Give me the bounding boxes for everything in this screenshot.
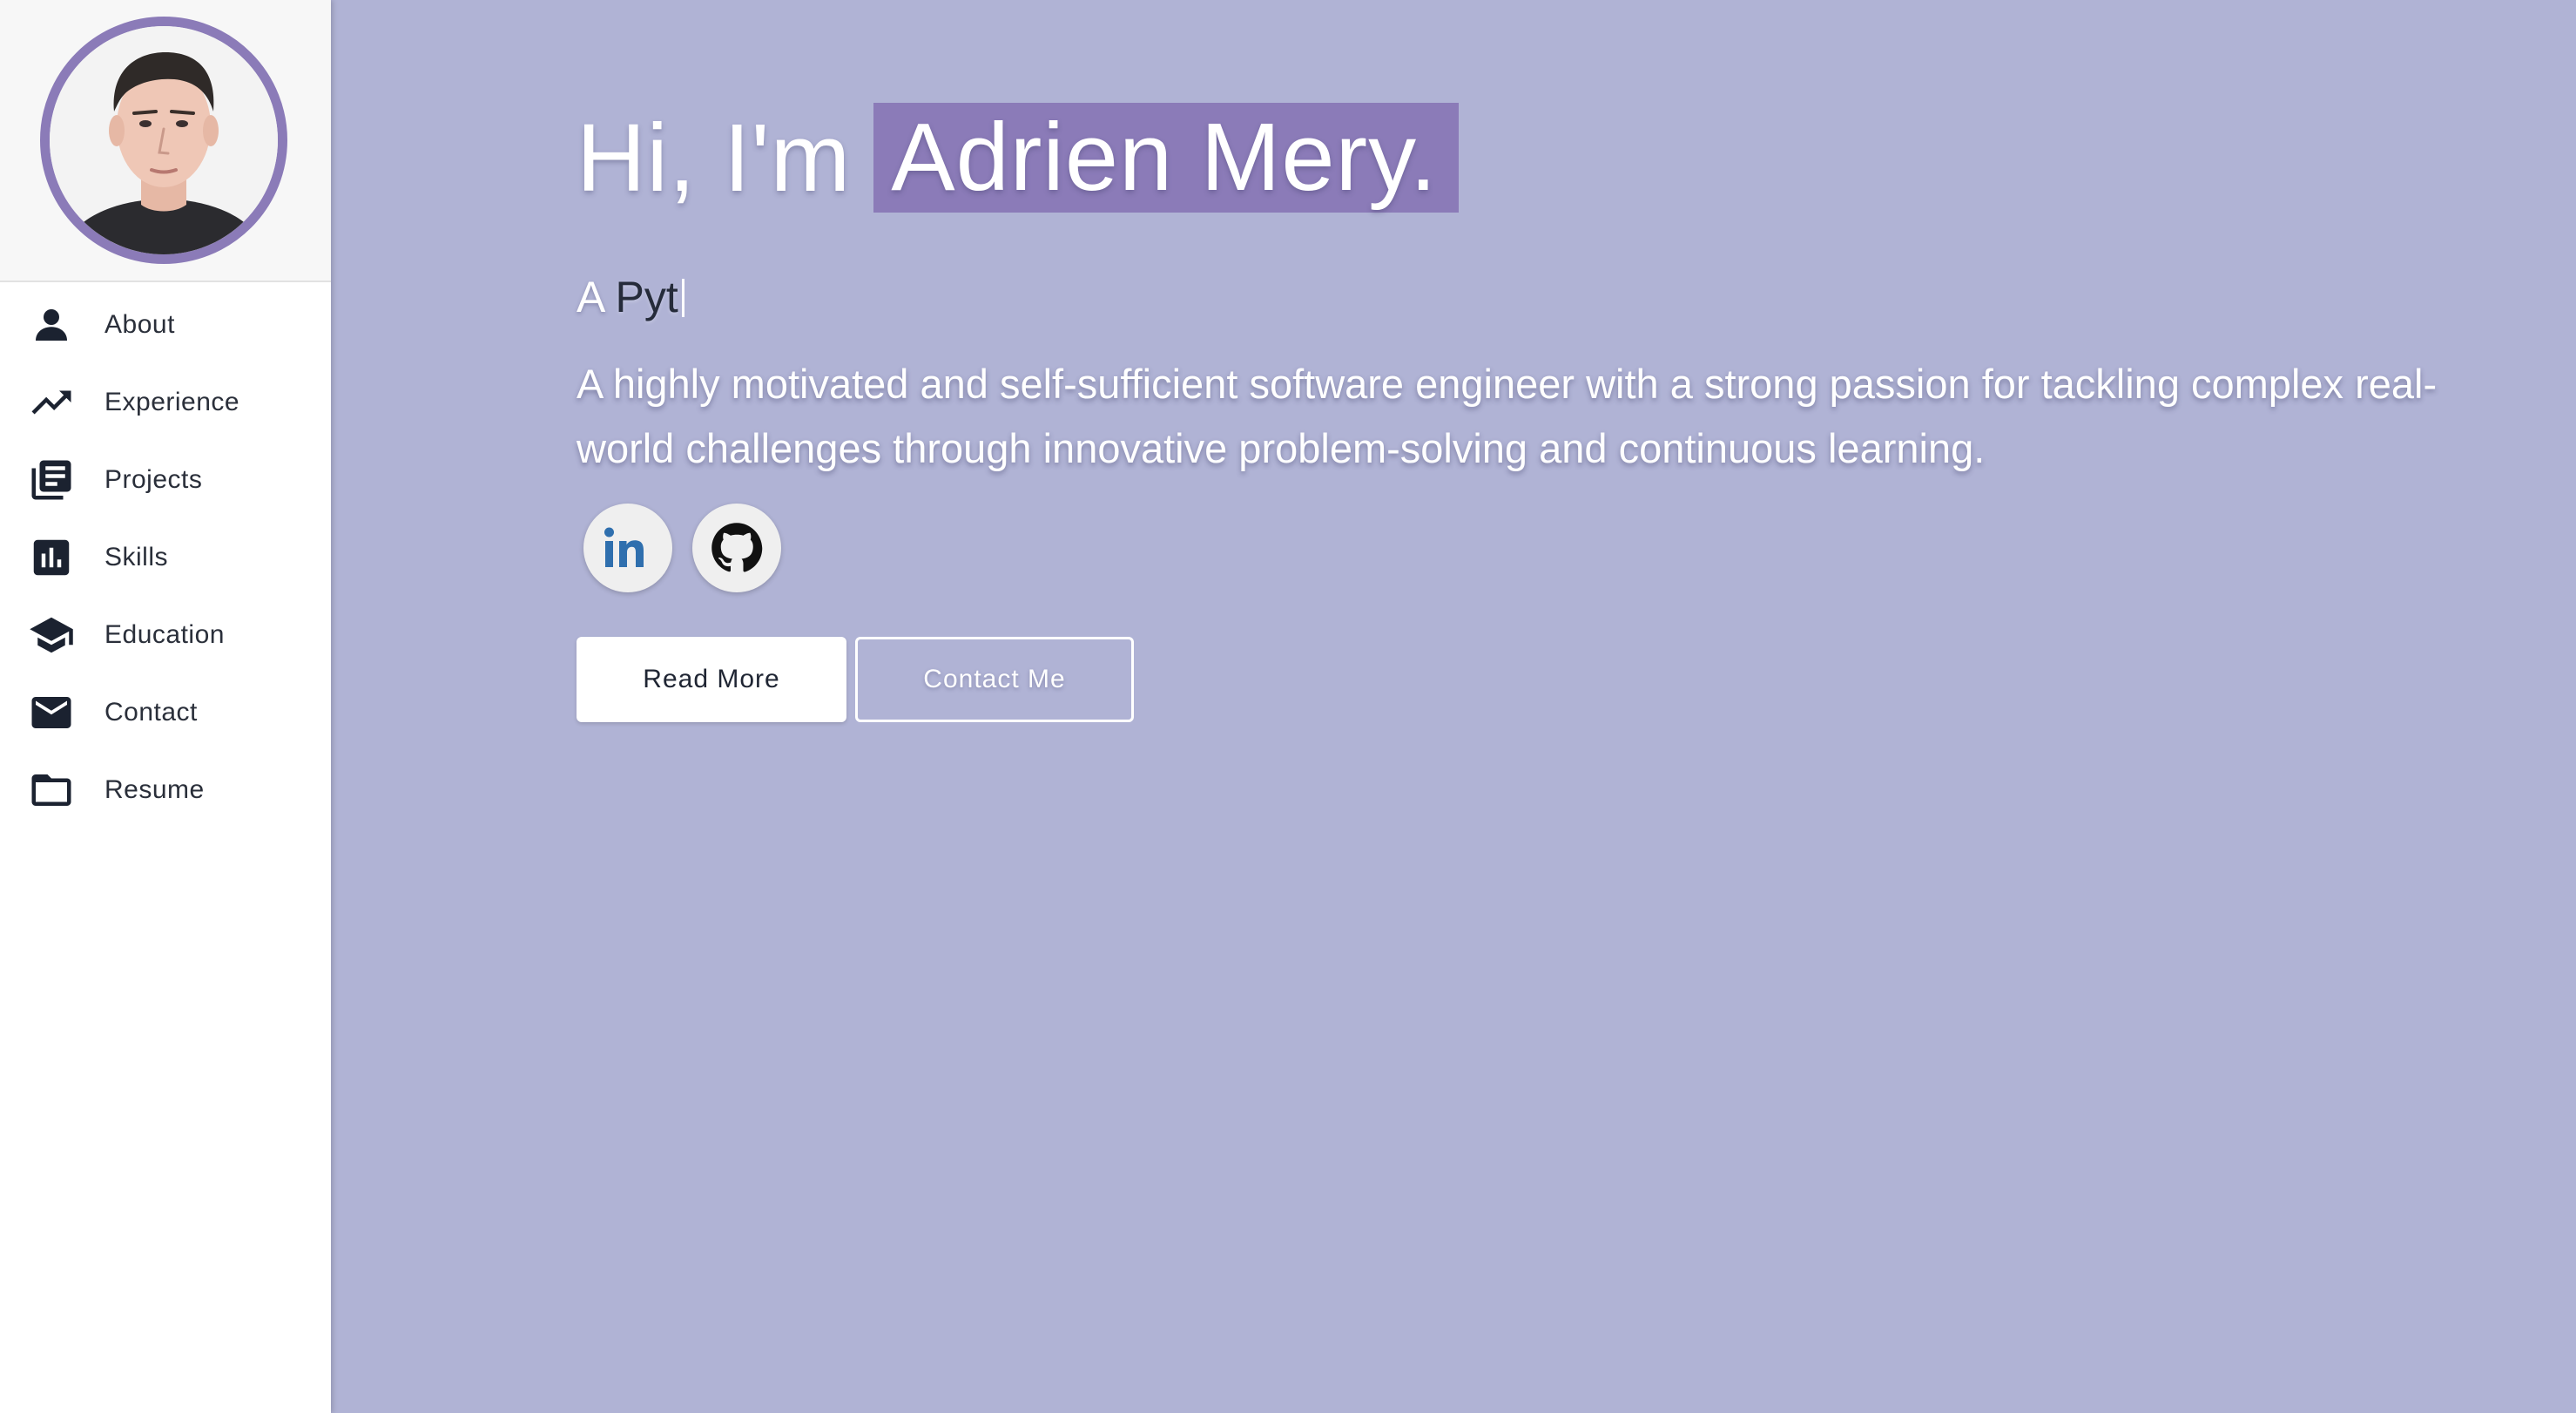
greeting: Hi, I'm [577, 104, 852, 212]
sidebar-item-label: Projects [105, 465, 203, 494]
profile-photo [50, 26, 278, 254]
graduation-cap-icon [28, 612, 75, 659]
sidebar-item-label: Education [105, 620, 225, 649]
github-icon [711, 523, 763, 572]
trending-up-icon [28, 379, 75, 426]
sidebar-item-label: About [105, 310, 175, 339]
typed-subtitle: A Pyt [577, 272, 684, 322]
sidebar-item-education[interactable]: Education [0, 600, 331, 670]
subtitle-prefix: A [577, 273, 604, 321]
name-highlight: Adrien Mery. [873, 103, 1459, 213]
bar-chart-icon [28, 534, 75, 581]
sidebar-item-label: Skills [105, 543, 169, 571]
page-title: Hi, I'm Adrien Mery. [577, 103, 1459, 213]
folder-icon [28, 767, 75, 814]
subtitle-typed: Pyt [615, 273, 678, 321]
contact-me-button[interactable]: Contact Me [855, 637, 1134, 722]
sidebar: About Experience Projects Skills Educati… [0, 0, 331, 1413]
read-more-button[interactable]: Read More [577, 637, 846, 722]
sidebar-item-label: Contact [105, 698, 198, 727]
text-cursor [681, 279, 684, 317]
linkedin-button[interactable] [583, 504, 672, 592]
github-button[interactable] [692, 504, 781, 592]
intro-description: A highly motivated and self-sufficient s… [577, 361, 2438, 471]
sidebar-item-experience[interactable]: Experience [0, 368, 331, 437]
mail-icon [28, 689, 75, 736]
sidebar-header [0, 0, 331, 282]
sidebar-item-label: Resume [105, 775, 205, 804]
sidebar-item-resume[interactable]: Resume [0, 755, 331, 825]
person-icon [28, 301, 75, 348]
avatar [40, 17, 287, 264]
sidebar-item-about[interactable]: About [0, 290, 331, 360]
sidebar-item-projects[interactable]: Projects [0, 445, 331, 515]
library-books-icon [28, 456, 75, 504]
sidebar-item-contact[interactable]: Contact [0, 678, 331, 747]
sidebar-item-label: Experience [105, 388, 240, 416]
linkedin-icon [604, 527, 644, 567]
hero-section: Hi, I'm Adrien Mery. A Pyt A highly moti… [331, 0, 2576, 1413]
sidebar-item-skills[interactable]: Skills [0, 523, 331, 592]
